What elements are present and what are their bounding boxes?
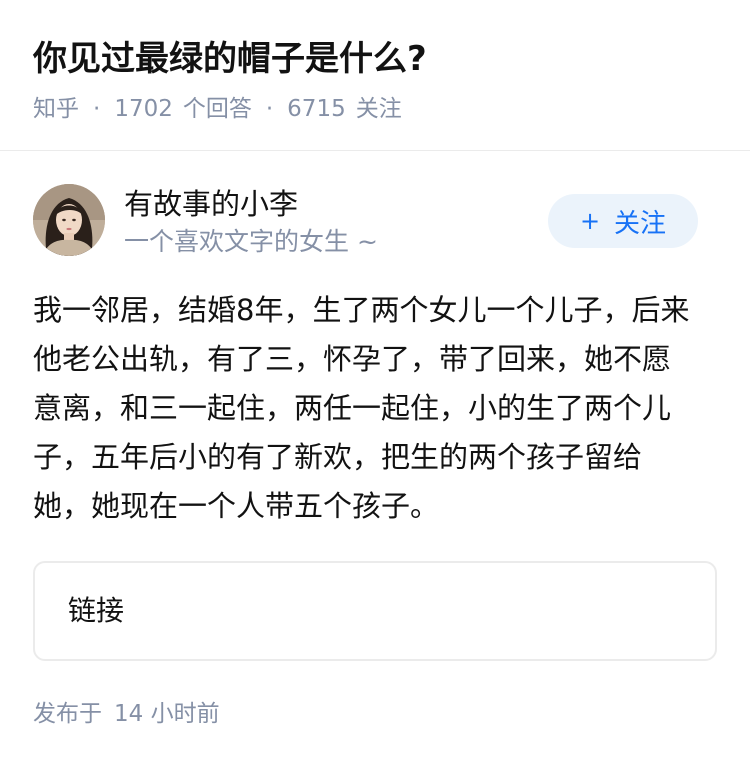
link-card-label: 链接: [68, 594, 125, 627]
question-header: 你见过最绿的帽子是什么? 知乎 · 1702 个回答 · 6715 关注: [0, 0, 750, 151]
meta-separator: ·: [265, 96, 274, 122]
question-title[interactable]: 你见过最绿的帽子是什么?: [33, 34, 427, 84]
answer-body: 我一邻居，结婚8年，生了两个女儿一个儿子，后来 他老公出轨，有了三，怀孕了，带了…: [33, 286, 717, 531]
link-card[interactable]: 链接: [33, 561, 717, 661]
publish-time-value: 14 小时前: [114, 701, 220, 727]
author-name[interactable]: 有故事的小李: [124, 184, 298, 224]
answer-line: 子，五年后小的有了新欢，把生的两个孩子留给: [33, 440, 643, 474]
follower-count: 6715: [287, 96, 346, 122]
author-bio: 一个喜欢文字的女生 ~: [124, 227, 378, 256]
avatar-photo-icon: [33, 184, 105, 256]
follow-label: 关注: [614, 208, 667, 239]
answer-count: 1702: [114, 96, 173, 122]
follow-button[interactable]: + 关注: [548, 194, 698, 248]
follower-count-label[interactable]: 关注: [356, 92, 402, 126]
source-label[interactable]: 知乎: [33, 92, 79, 126]
answer-line: 她，她现在一个人带五个孩子。: [33, 489, 440, 523]
answer-line: 我一邻居，结婚8年，生了两个女儿一个儿子，后来: [33, 293, 690, 327]
author-row: 有故事的小李 一个喜欢文字的女生 ~ + 关注: [33, 184, 717, 260]
plus-icon: +: [579, 207, 601, 235]
question-meta: 知乎 · 1702 个回答 · 6715 关注: [33, 92, 402, 126]
avatar[interactable]: [33, 184, 105, 256]
answer-line: 他老公出轨，有了三，怀孕了，带了回来，她不愿: [33, 342, 672, 376]
meta-separator: ·: [93, 96, 101, 122]
answer-count-label[interactable]: 个回答: [183, 92, 252, 126]
answer-line: 意离，和三一起住，两任一起住，小的生了两个儿: [33, 391, 672, 425]
publish-time: 发布于 14 小时前: [33, 697, 220, 731]
publish-prefix: 发布于: [33, 701, 102, 727]
